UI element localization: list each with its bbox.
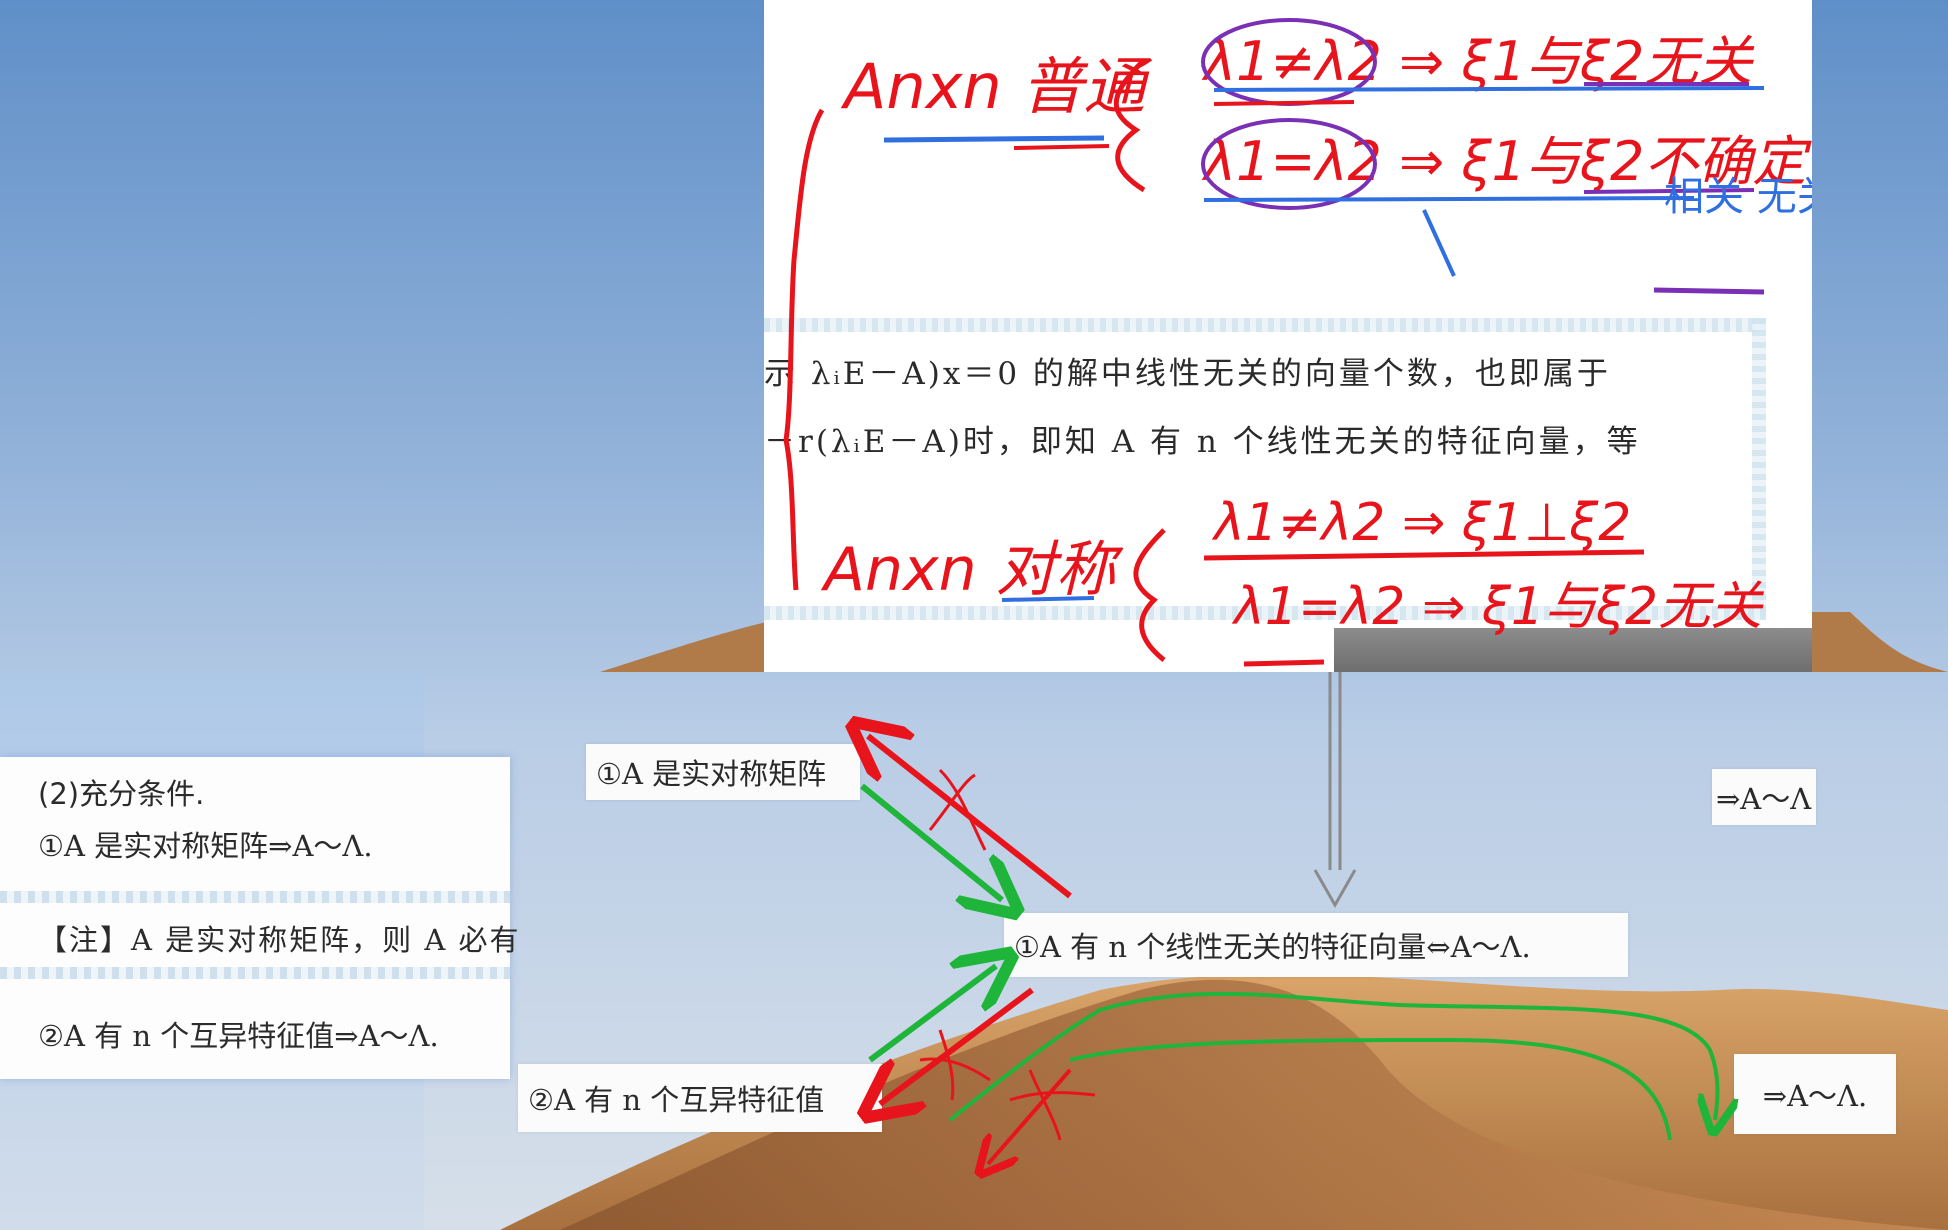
real-symmetric-card: ①A 是实对称矩阵 [586,744,860,800]
handwriting-layer: Anxn 普通 λ1≠λ2 ⇒ ξ1与ξ2无关 λ1=λ2 ⇒ ξ1与ξ2不确定… [783,18,1812,667]
general-title-text: Anxn 普通 [840,50,1152,123]
sufficient-condition-heading: (2)充分条件. [38,777,205,811]
distinct-eigenvalues-card: ②A 有 n 个互异特征值 [518,1064,882,1132]
symmetric-title-text: Anxn 对称 [820,535,1124,605]
diagonalizable-card-top: ⇒A～Λ [1712,769,1816,825]
book-border-band-2 [0,967,510,979]
general-underline [883,135,1105,143]
textbook-excerpt-panel: (2)充分条件. ①A 是实对称矩阵⇒A～Λ. 【注】A 是实对称矩阵，则 A … [0,757,519,1079]
symmetric-case-2-text: λ1=λ2 ⇒ ξ1与ξ2无关 [1231,577,1764,637]
condition-item-2: ②A 有 n 个互异特征值⇒A～Λ. [38,1019,439,1053]
lecture-screenshot-panel: 示 λᵢE－A)x＝0 的解中线性无关的向量个数，也即属于 －r(λᵢE－A)时… [764,0,1812,672]
diagonalizable-card-bottom: ⇒A～Λ. [1734,1054,1896,1134]
book-border-band [0,891,510,903]
symmetric-case-1-text: λ1≠λ2 ⇒ ξ1⊥ξ2 [1211,493,1631,553]
note-text: 【注】A 是实对称矩阵，则 A 必有 [38,923,521,957]
general-note-text: 相关 无关 [1664,174,1812,220]
eigenvector-theorem-card: ①A 有 n 个线性无关的特征向量⇔A～Λ. [1004,913,1628,977]
condition-item-1: ①A 是实对称矩阵⇒A～Λ. [38,829,373,863]
